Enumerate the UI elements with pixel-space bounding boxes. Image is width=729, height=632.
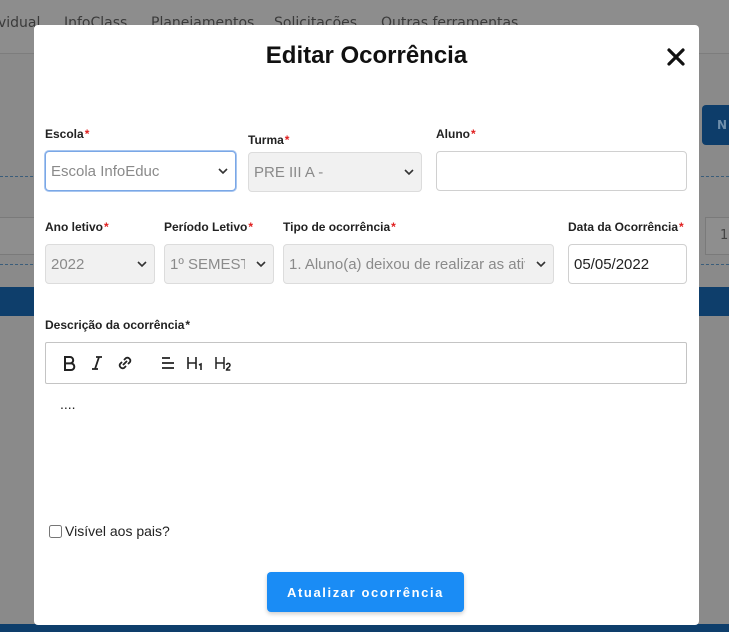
periodo-letivo-select[interactable]: 1º SEMESTRE [164, 244, 274, 284]
bold-icon [64, 356, 76, 371]
link-icon [118, 356, 132, 370]
aluno-input[interactable] [436, 151, 687, 191]
bg-field [0, 217, 36, 255]
link-button[interactable] [115, 353, 135, 373]
bold-button[interactable] [59, 353, 79, 373]
ano-letivo-select[interactable]: 2022 [45, 244, 155, 284]
data-ocorrencia-label: Data da Ocorrência* [568, 220, 684, 234]
bg-button: N [702, 105, 729, 145]
periodo-letivo-label: Período Letivo* [164, 220, 254, 234]
tipo-ocorrencia-label: Tipo de ocorrência* [283, 220, 396, 234]
modal-title: Editar Ocorrência [265, 42, 468, 69]
close-icon [667, 48, 685, 66]
aluno-label: Aluno* [436, 127, 476, 141]
heading-2-button[interactable] [213, 353, 233, 373]
visible-to-parents-label: Visível aos pais? [65, 523, 170, 539]
chevron-down-icon [218, 168, 228, 175]
editor-toolbar [45, 342, 687, 384]
italic-icon [92, 356, 102, 370]
escola-select[interactable]: Escola InfoEduc [45, 151, 236, 191]
heading-1-icon [187, 357, 202, 370]
visible-to-parents-checkbox[interactable] [49, 524, 62, 538]
turma-select[interactable]: PRE III A - [248, 152, 422, 192]
edit-occurrence-modal: Editar Ocorrência Escola* Escola InfoEdu… [34, 25, 699, 625]
chevron-down-icon [256, 261, 266, 268]
bg-band [0, 624, 729, 632]
update-occurrence-button[interactable]: Atualizar ocorrência [267, 572, 464, 612]
align-left-icon [162, 357, 174, 369]
chevron-down-icon [404, 169, 414, 176]
chevron-down-icon [536, 261, 546, 268]
descricao-label: Descrição da ocorrência* [45, 318, 191, 332]
heading-1-button[interactable] [185, 353, 205, 373]
bg-field: 1 [705, 217, 729, 255]
heading-2-icon [215, 357, 231, 371]
align-left-button[interactable] [158, 353, 178, 373]
data-ocorrencia-input[interactable]: 05/05/2022 [568, 244, 687, 284]
description-editor[interactable]: .... [60, 396, 76, 412]
visible-to-parents[interactable]: Visível aos pais? [49, 523, 170, 539]
chevron-down-icon [137, 261, 147, 268]
turma-label: Turma* [248, 133, 290, 147]
escola-label: Escola* [45, 127, 90, 141]
close-button[interactable] [664, 45, 688, 69]
tipo-ocorrencia-select[interactable]: 1. Aluno(a) deixou de realizar as ativid… [283, 244, 554, 284]
italic-button[interactable] [87, 353, 107, 373]
ano-letivo-label: Ano letivo* [45, 220, 109, 234]
